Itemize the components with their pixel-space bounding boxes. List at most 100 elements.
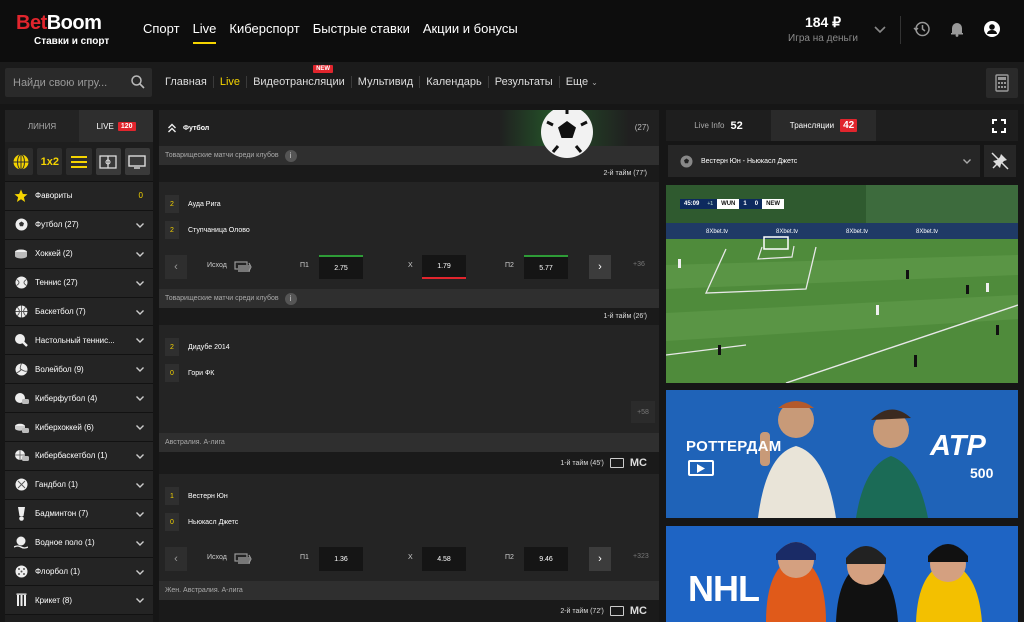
- balance[interactable]: 184 ₽ Игра на деньги: [788, 14, 858, 44]
- sports-list: Фавориты 0 Футбол (27) Хоккей (2) Теннис…: [5, 182, 153, 616]
- user-icon[interactable]: [983, 20, 1001, 38]
- match-center-button[interactable]: MC: [630, 605, 647, 617]
- subnav-results[interactable]: Результаты: [487, 76, 559, 88]
- more-markets-link[interactable]: +36: [633, 261, 645, 268]
- search-input[interactable]: [13, 74, 123, 91]
- svg-text:8Xbet.tv: 8Xbet.tv: [776, 229, 798, 235]
- odds-p2-button[interactable]: 9.46: [524, 547, 568, 571]
- nav-live[interactable]: Live: [192, 21, 216, 44]
- sidebar-item-tennis[interactable]: Теннис (27): [5, 268, 153, 298]
- odds-p2-button[interactable]: 5.77: [524, 255, 568, 279]
- subnav-calendar[interactable]: Календарь: [419, 76, 488, 88]
- sidebar-item-floorball[interactable]: Флорбол (1): [5, 557, 153, 587]
- badminton-icon: [13, 506, 29, 522]
- filter-1x2[interactable]: 1x2: [37, 148, 63, 175]
- match-select[interactable]: Вестерн Юн - Ньюкасл Джетс: [668, 145, 980, 177]
- tennis-icon: [13, 275, 29, 291]
- fullscreen-icon[interactable]: [992, 119, 1006, 133]
- live-video-player[interactable]: 8Xbet.tv 8Xbet.tv 8Xbet.tv 8Xbet.tv 45:09 +…: [666, 185, 1018, 383]
- sidebar-item-badminton[interactable]: Бадминтон (7): [5, 499, 153, 529]
- tab-live-label: LIVE: [96, 121, 114, 131]
- next-market-button[interactable]: ›: [589, 255, 611, 279]
- tv-icon[interactable]: [609, 606, 624, 616]
- atp-rotterdam-banner[interactable]: РОТТЕРДАМ ATP 500: [666, 390, 1018, 518]
- sidebar-item-football[interactable]: Футбол (27): [5, 210, 153, 240]
- sidebar-item-label: Теннис (27): [35, 278, 78, 288]
- prev-market-button[interactable]: ‹: [165, 255, 187, 279]
- sidebar-item-handball[interactable]: Гандбол (1): [5, 470, 153, 500]
- cashout-icon: [234, 261, 252, 272]
- odds-x-button[interactable]: 4.58: [422, 547, 466, 571]
- subnav-more-label: Еще: [565, 76, 589, 88]
- collapse-icon[interactable]: [167, 123, 177, 133]
- tab-live[interactable]: LIVE 120: [79, 110, 153, 142]
- chevron-down-icon: ⌄: [591, 78, 598, 87]
- subnav-multiview[interactable]: Мультивид: [350, 76, 419, 88]
- sidebar-item-cricket[interactable]: Крикет (8): [5, 586, 153, 616]
- search-icon[interactable]: [130, 74, 146, 90]
- sidebar-item-cyberbasketball[interactable]: Кибербаскетбол (1): [5, 442, 153, 471]
- chevron-down-icon[interactable]: [873, 22, 887, 36]
- match-row[interactable]: 2 Ауда Рига 2 Ступчаница Олово ‹ Исход П1 …: [159, 182, 659, 289]
- next-market-button[interactable]: ›: [589, 547, 611, 571]
- sidebar-item-volleyball[interactable]: Волейбол (9): [5, 355, 153, 385]
- tab-live-info-label: Live Info: [694, 121, 725, 130]
- pin-button[interactable]: [984, 145, 1016, 177]
- play-icon: [688, 460, 714, 476]
- sidebar-item-label: Бадминтон (7): [35, 509, 89, 519]
- more-markets-link[interactable]: +323: [633, 553, 649, 560]
- sidebar-item-favorites[interactable]: Фавориты 0: [5, 182, 153, 211]
- match-center-button[interactable]: MC: [630, 457, 647, 469]
- sidebar-item-water-polo[interactable]: Водное поло (1): [5, 528, 153, 558]
- sidebar-item-label: Киберфутбол (4): [35, 393, 98, 403]
- subnav-home[interactable]: Главная: [165, 76, 213, 88]
- sidebar-item-label: Крикет (8): [35, 595, 73, 605]
- filter-list[interactable]: [66, 148, 92, 175]
- sidebar-item-table-tennis[interactable]: Настольный теннис...: [5, 326, 153, 356]
- odds-row: ‹ Исход П1 1.36 X 4.58 П2 9.46 › +323: [165, 547, 655, 571]
- sport-header-football[interactable]: Футбол (27): [159, 110, 659, 158]
- broadcasts-count: 42: [840, 119, 858, 132]
- odds-p1-button[interactable]: 1.36: [319, 547, 363, 571]
- sub-nav: Главная Live Видеотрансляции NEW Мультиви…: [165, 65, 604, 88]
- sidebar-item-cyberhockey[interactable]: Киберхоккей (6): [5, 413, 153, 443]
- nhl-banner[interactable]: NHL: [666, 526, 1018, 622]
- odds-x-button[interactable]: 1.79: [422, 255, 466, 279]
- tv-icon[interactable]: [609, 458, 624, 468]
- sidebar-item-basketball[interactable]: Баскетбол (7): [5, 297, 153, 327]
- prev-market-button[interactable]: ‹: [165, 547, 187, 571]
- subnav-video-streams[interactable]: Видеотрансляции NEW: [246, 65, 351, 88]
- nav-fast-bets[interactable]: Быстрые ставки: [313, 21, 410, 36]
- bell-icon[interactable]: [948, 20, 966, 38]
- team-row: 2 Ступчаница Олово: [165, 221, 250, 239]
- tab-broadcasts[interactable]: Трансляции 42: [771, 110, 876, 141]
- league-name: Товарищеские матчи среди клубов: [165, 295, 279, 302]
- field-icon: [99, 154, 117, 169]
- odds-p1-button[interactable]: 2.75: [319, 255, 363, 279]
- sidebar-item-cyberfootball[interactable]: Киберфутбол (4): [5, 384, 153, 414]
- subnav-live[interactable]: Live: [212, 76, 246, 88]
- tab-live-info[interactable]: Live Info 52: [666, 110, 771, 141]
- market-label: Исход: [207, 554, 227, 561]
- period-label: 2-й тайм (72'): [560, 607, 604, 615]
- info-icon[interactable]: i: [284, 149, 297, 162]
- filter-all[interactable]: [8, 148, 34, 175]
- filter-tv[interactable]: [124, 148, 151, 175]
- subnav-more[interactable]: Еще ⌄: [558, 76, 604, 88]
- match-row[interactable]: 2 Дидубе 2014 0 Гори ФК +58: [159, 325, 659, 433]
- sidebar-item-hockey[interactable]: Хоккей (2): [5, 239, 153, 269]
- nav-esports[interactable]: Киберспорт: [229, 21, 299, 36]
- tab-line[interactable]: ЛИНИЯ: [5, 110, 79, 142]
- more-markets-link[interactable]: +58: [631, 401, 655, 423]
- betboom-logo[interactable]: BetBoom Ставки и спорт: [16, 12, 109, 47]
- nav-sport[interactable]: Спорт: [143, 21, 180, 36]
- football-icon: [680, 155, 693, 167]
- calculator-button[interactable]: [986, 68, 1018, 98]
- football-icon: [13, 217, 29, 233]
- info-icon[interactable]: i: [284, 292, 297, 305]
- match-row[interactable]: 1 Вестерн Юн 0 Ньюкасл Джетс ‹ Исход П1 1.…: [159, 474, 659, 581]
- history-icon[interactable]: [913, 20, 931, 38]
- filter-field[interactable]: [95, 148, 121, 175]
- team-score: 2: [165, 195, 179, 213]
- nav-promotions[interactable]: Акции и бонусы: [423, 21, 518, 36]
